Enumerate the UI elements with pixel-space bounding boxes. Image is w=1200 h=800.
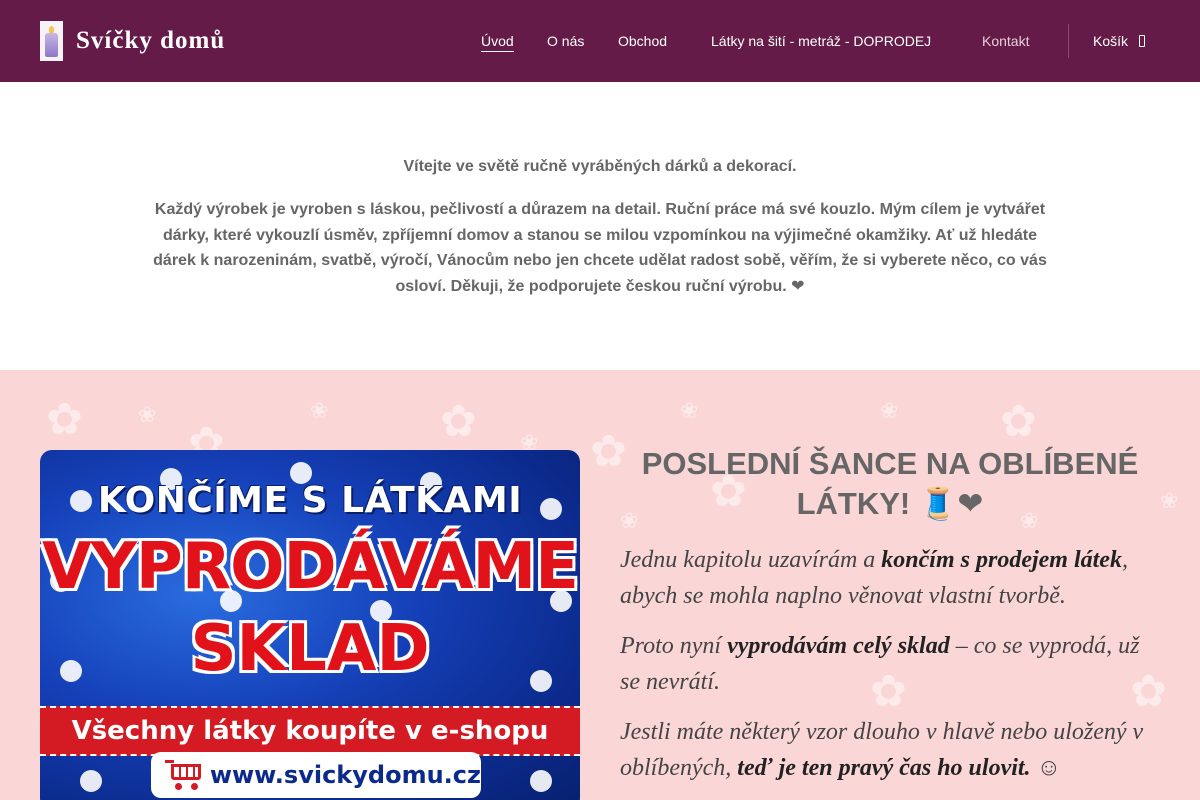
- flower-pattern-icon: ❀: [1160, 488, 1179, 513]
- promo-banner-image[interactable]: KONČÍME S LÁTKAMI VYPRODÁVÁME SKLAD Všec…: [40, 450, 580, 800]
- promo-paragraph-2: Proto nyní vyprodávám celý sklad – co se…: [620, 628, 1160, 700]
- nav-item-uvod[interactable]: Úvod: [481, 33, 514, 52]
- promo-text-bold: vyprodávám celý sklad: [727, 633, 950, 659]
- site-header: Svíčky domů Úvod O nás Obchod Látky na š…: [0, 0, 1200, 82]
- intro-title: Vítejte ve světě ručně vyráběných dárků …: [403, 158, 797, 175]
- banner-url: www.svickydomu.cz: [209, 761, 481, 789]
- flower-pattern-icon: ❀: [138, 402, 157, 427]
- promo-paragraph-1: Jednu kapitolu uzavírám a končím s prode…: [620, 542, 1160, 614]
- banner-ribbon-text: Všechny látky koupíte v e-shopu: [71, 716, 549, 746]
- promo-text-span: Jednu kapitolu uzavírám a: [620, 547, 882, 573]
- cart-label: Košík: [1093, 33, 1129, 49]
- banner-ribbon: Všechny látky koupíte v e-shopu: [40, 706, 580, 756]
- flower-pattern-icon: ❀: [680, 398, 699, 423]
- banner-url-box: www.svickydomu.cz: [151, 752, 481, 798]
- nav-divider: [1068, 24, 1069, 58]
- promo-text-span: ☺: [1030, 755, 1062, 781]
- intro-section: Vítejte ve světě ručně vyráběných dárků …: [0, 82, 1200, 370]
- promo-text-bold: končím s prodejem látek: [881, 547, 1122, 573]
- promo-section: ✿ ❀ ✿ ❀ ✿ ❀ ✿ ❀ ✿ ❀ ✿ ❀ ✿ ❀ ✿ ❀ KONČÍME …: [0, 370, 1200, 800]
- shopping-cart-icon: [165, 760, 201, 790]
- promo-text-span: Proto nyní: [620, 633, 728, 659]
- intro-text: Každý výrobek je vyroben s láskou, pečli…: [153, 201, 1047, 295]
- flower-pattern-icon: ✿: [46, 395, 83, 444]
- flower-pattern-icon: ❀: [880, 398, 899, 423]
- nav-item-obchod[interactable]: Obchod: [618, 33, 667, 49]
- promo-paragraph-3: Jestli máte některý vzor dlouho v hlavě …: [620, 714, 1160, 786]
- banner-line-1: KONČÍME S LÁTKAMI: [97, 480, 523, 521]
- nav-item-latky[interactable]: Látky na šití - metráž - DOPRODEJ: [711, 33, 931, 49]
- banner-line-2: VYPRODÁVÁME: [42, 530, 579, 604]
- flower-pattern-icon: ❀: [310, 398, 329, 423]
- nav-item-kontakt[interactable]: Kontakt: [982, 33, 1029, 49]
- shopping-bag-icon: [1139, 35, 1146, 47]
- cart-link[interactable]: Košík: [1093, 33, 1146, 49]
- main-nav: Úvod O nás Obchod Látky na šití - metráž…: [0, 0, 1200, 82]
- promo-text-bold: teď je ten pravý čas ho ulovit.: [737, 755, 1031, 781]
- promo-heading: POSLEDNÍ ŠANCE NA OBLÍBENÉ LÁTKY! 🧵❤: [641, 446, 1139, 521]
- flower-pattern-icon: ✿: [1000, 397, 1037, 446]
- flower-pattern-icon: ✿: [440, 397, 477, 446]
- nav-item-o-nas[interactable]: O nás: [547, 33, 584, 49]
- banner-line-3: SKLAD: [190, 612, 430, 686]
